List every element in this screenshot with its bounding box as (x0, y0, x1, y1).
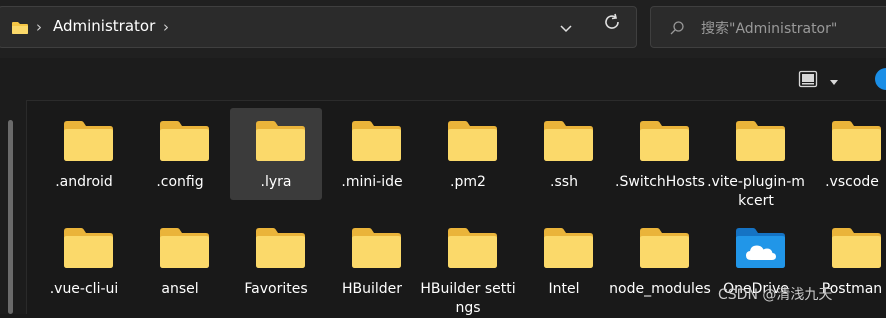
folder-item[interactable]: .vscode (806, 108, 886, 200)
refresh-icon[interactable] (602, 12, 622, 36)
address-row: › Administrator › 搜索"Administrator" (0, 0, 886, 58)
breadcrumb-administrator[interactable]: Administrator (53, 17, 155, 35)
folder-item[interactable]: HBuilder (326, 215, 418, 307)
folder-label: .vue-cli-ui (49, 281, 119, 297)
breadcrumb-separator[interactable]: › (163, 18, 169, 36)
folder-icon (11, 20, 29, 40)
folder-item[interactable]: ansel (134, 215, 226, 307)
search-icon (669, 20, 685, 40)
command-toolbar: “ (0, 58, 886, 101)
folder-item[interactable]: node_modules (609, 215, 711, 307)
folder-item[interactable]: .mini-ide (326, 108, 418, 200)
details-view-icon[interactable] (798, 70, 818, 92)
folder-label: .mini-ide (341, 174, 403, 190)
watermark: CSDN @清浅九天 (718, 287, 833, 303)
folder-label: HBuilder (341, 281, 403, 297)
file-grid: .android .config .lyra .mini-ide .pm2 .ssh .Sw… (0, 100, 886, 316)
address-bar[interactable]: › Administrator › (0, 6, 637, 48)
folder-item[interactable]: .pm2 (422, 108, 514, 200)
chevron-down-icon[interactable] (829, 75, 839, 91)
folder-label: .lyra (260, 174, 292, 190)
folder-label: .pm2 (450, 174, 486, 190)
folder-item[interactable]: Favorites (230, 215, 322, 307)
folder-label: .config (156, 174, 204, 190)
folder-item[interactable]: .vue-cli-ui (38, 215, 130, 307)
folder-item[interactable]: .lyra (230, 108, 322, 200)
folder-item[interactable]: .vite-plugin-mkcert (707, 108, 805, 209)
folder-item[interactable]: .config (134, 108, 226, 200)
folder-item[interactable]: Intel (518, 215, 610, 307)
folder-label: .android (55, 174, 113, 190)
folder-label: .vite-plugin-mkcert (707, 174, 805, 209)
chevron-down-icon[interactable] (559, 21, 573, 39)
folder-item[interactable]: .SwitchHosts (614, 108, 706, 200)
search-placeholder: 搜索"Administrator" (701, 21, 838, 37)
toolbar-label[interactable]: “ (0, 69, 1, 85)
help-icon[interactable] (875, 68, 886, 90)
folder-item[interactable]: HBuilder settings (420, 215, 516, 316)
folder-label: .SwitchHosts (615, 174, 705, 190)
folder-label: HBuilder settings (420, 281, 516, 316)
folder-label: Favorites (244, 281, 308, 297)
folder-label: ansel (161, 281, 199, 297)
folder-item[interactable]: .ssh (518, 108, 610, 200)
folder-item[interactable]: .android (38, 108, 130, 200)
breadcrumb-separator[interactable]: › (36, 18, 42, 36)
folder-label: .vscode (825, 174, 879, 190)
search-input[interactable]: 搜索"Administrator" (650, 6, 886, 48)
folder-label: Intel (548, 281, 580, 297)
folder-label: .ssh (550, 174, 578, 190)
folder-label: node_modules (609, 281, 711, 297)
